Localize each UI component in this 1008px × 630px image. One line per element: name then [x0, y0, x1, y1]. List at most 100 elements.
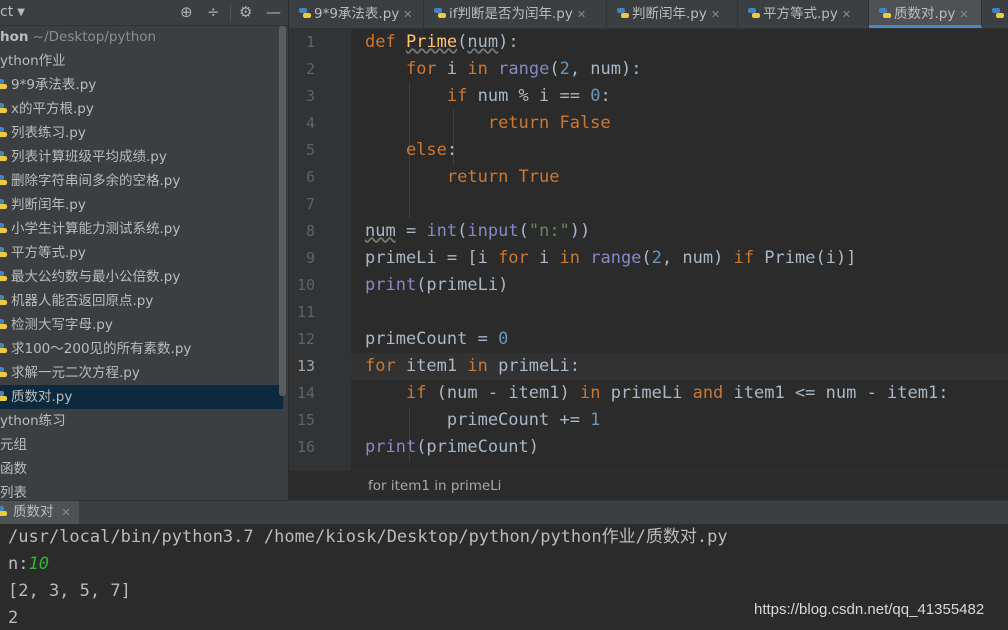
collapse-icon[interactable]: ÷ [207, 3, 220, 21]
breadcrumb[interactable]: for item1 in primeLi [289, 470, 1008, 500]
console-output-count: 2 [8, 608, 19, 628]
project-panel: ct ▼ ⊕ ÷ ⚙ — hon ~/Desktop/python ython作业… [0, 0, 288, 500]
close-icon[interactable]: ✕ [403, 8, 412, 21]
console-output-list: [2, 3, 5, 7] [8, 581, 131, 601]
close-icon[interactable]: ✕ [711, 8, 720, 21]
python-file-icon [0, 317, 9, 331]
line-number: 16 [296, 438, 315, 456]
tree-file[interactable]: 删除字符串间多余的空格.py [0, 169, 180, 193]
console-user-input: 10 [28, 554, 49, 574]
code-line: return False [487, 113, 611, 133]
tree-file[interactable]: 检测大写字母.py [0, 313, 113, 337]
code-editor[interactable]: def Prime(num): for i in range(2, num): … [351, 29, 1008, 470]
tree-file[interactable]: 机器人能否返回原点.py [0, 289, 153, 313]
python-file-icon [0, 293, 9, 307]
tree-file[interactable]: 小学生计算能力测试系统.py [0, 217, 180, 241]
python-file-icon [0, 197, 9, 211]
python-file-icon [0, 101, 9, 115]
close-icon[interactable]: ✕ [577, 8, 586, 21]
line-number: 2 [305, 60, 315, 78]
line-number: 10 [296, 276, 315, 294]
python-file-icon [879, 6, 892, 20]
python-file-icon [0, 149, 9, 163]
add-target-icon[interactable]: ⊕ [180, 3, 193, 21]
tree-file[interactable]: 9*9承法表.py [0, 73, 96, 97]
editor-tabs: 9*9承法表.py ✕ if判断是否为闰年.py ✕ 判断闰年.py ✕ 平方等式.p… [289, 0, 1008, 29]
tree-folder[interactable]: 函数 [0, 457, 27, 481]
python-file-icon [0, 173, 9, 187]
line-number: 3 [305, 87, 315, 105]
tree-folder[interactable]: ython练习 [0, 409, 66, 433]
chevron-down-icon: ▼ [17, 7, 25, 18]
close-icon[interactable]: ✕ [62, 506, 71, 519]
project-view-selector[interactable]: ct ▼ [0, 4, 25, 20]
code-line: print(primeLi) [365, 275, 509, 295]
project-header: ct ▼ ⊕ ÷ ⚙ — [0, 0, 288, 26]
tree-file[interactable]: x的平方根.py [0, 97, 94, 121]
sidebar-scrollbar[interactable] [279, 26, 286, 396]
minimize-icon[interactable]: — [266, 3, 281, 21]
line-number-gutter: 1 2 3 4 5 6 7 8 9 10 11 12 13 14 15 16 [289, 29, 361, 470]
code-line: primeLi = [i for i in range(2, num) if P… [365, 248, 857, 268]
tree-file[interactable]: 平方等式.py [0, 241, 86, 265]
code-line: print(primeCount) [365, 437, 540, 457]
line-number: 12 [296, 330, 315, 348]
python-file-icon [617, 6, 630, 20]
console-command: /usr/local/bin/python3.7 /home/kiosk/Des… [8, 527, 728, 547]
line-number: 7 [305, 195, 315, 213]
tree-file[interactable]: 质数对.py [0, 385, 283, 409]
run-tool-window-bar: 质数对 ✕ [0, 500, 1008, 524]
tab-multiplication-table[interactable]: 9*9承法表.py ✕ [289, 0, 424, 28]
code-line: primeCount += 1 [365, 410, 601, 430]
close-icon[interactable]: ✕ [842, 8, 851, 21]
code-line: return True [446, 167, 560, 187]
python-file-icon [0, 269, 9, 283]
python-file-icon [992, 6, 1005, 20]
python-file-icon [0, 221, 9, 235]
tree-folder-homework[interactable]: ython作业 [0, 49, 66, 73]
tab-overflow[interactable] [982, 0, 1008, 28]
line-number: 14 [296, 384, 315, 402]
tree-file[interactable]: 判断闰年.py [0, 193, 86, 217]
python-file-icon [748, 6, 761, 20]
tree-root[interactable]: hon ~/Desktop/python [0, 25, 156, 49]
python-file-icon [0, 365, 9, 379]
python-file-icon [0, 125, 9, 139]
code-line: for item1 in primeLi: [365, 356, 580, 376]
console-prompt: n:10 [8, 554, 49, 574]
code-line: def Prime(num): [365, 32, 519, 52]
watermark: https://blog.csdn.net/qq_41355482 [754, 601, 985, 618]
line-number: 5 [305, 141, 315, 159]
tree-file[interactable]: 求100～200见的所有素数.py [0, 337, 191, 361]
python-file-icon [0, 341, 9, 355]
line-number: 6 [305, 168, 315, 186]
line-number: 11 [296, 303, 315, 321]
code-line: for i in range(2, num): [405, 59, 642, 79]
tab-square-equation[interactable]: 平方等式.py ✕ [738, 0, 869, 28]
tab-leap-year-check[interactable]: if判断是否为闰年.py ✕ [424, 0, 607, 28]
line-number: 8 [305, 222, 315, 240]
line-number: 15 [296, 411, 315, 429]
run-tab[interactable]: 质数对 ✕ [0, 501, 79, 524]
line-number: 9 [305, 249, 315, 267]
gear-icon[interactable]: ⚙ [239, 3, 252, 21]
line-number: 4 [305, 114, 315, 132]
tree-file[interactable]: 列表计算班级平均成绩.py [0, 145, 167, 169]
python-file-icon [0, 389, 9, 403]
tree-folder[interactable]: 列表 [0, 481, 27, 500]
close-icon[interactable]: ✕ [959, 8, 968, 21]
tree-file[interactable]: 求解一元二次方程.py [0, 361, 140, 385]
line-number: 13 [296, 357, 315, 375]
line-number: 1 [305, 33, 315, 51]
tree-file[interactable]: 最大公约数与最小公倍数.py [0, 265, 180, 289]
python-file-icon [434, 6, 447, 20]
python-file-icon [0, 504, 9, 518]
tree-file[interactable]: 列表练习.py [0, 121, 86, 145]
toolbar-divider [230, 5, 231, 21]
tab-leap-year[interactable]: 判断闰年.py ✕ [607, 0, 738, 28]
tree-folder[interactable]: 元组 [0, 433, 27, 457]
tab-prime-pairs[interactable]: 质数对.py ✕ [869, 0, 982, 28]
code-line: primeCount = 0 [365, 329, 509, 349]
python-file-icon [299, 6, 312, 20]
python-file-icon [0, 245, 9, 259]
